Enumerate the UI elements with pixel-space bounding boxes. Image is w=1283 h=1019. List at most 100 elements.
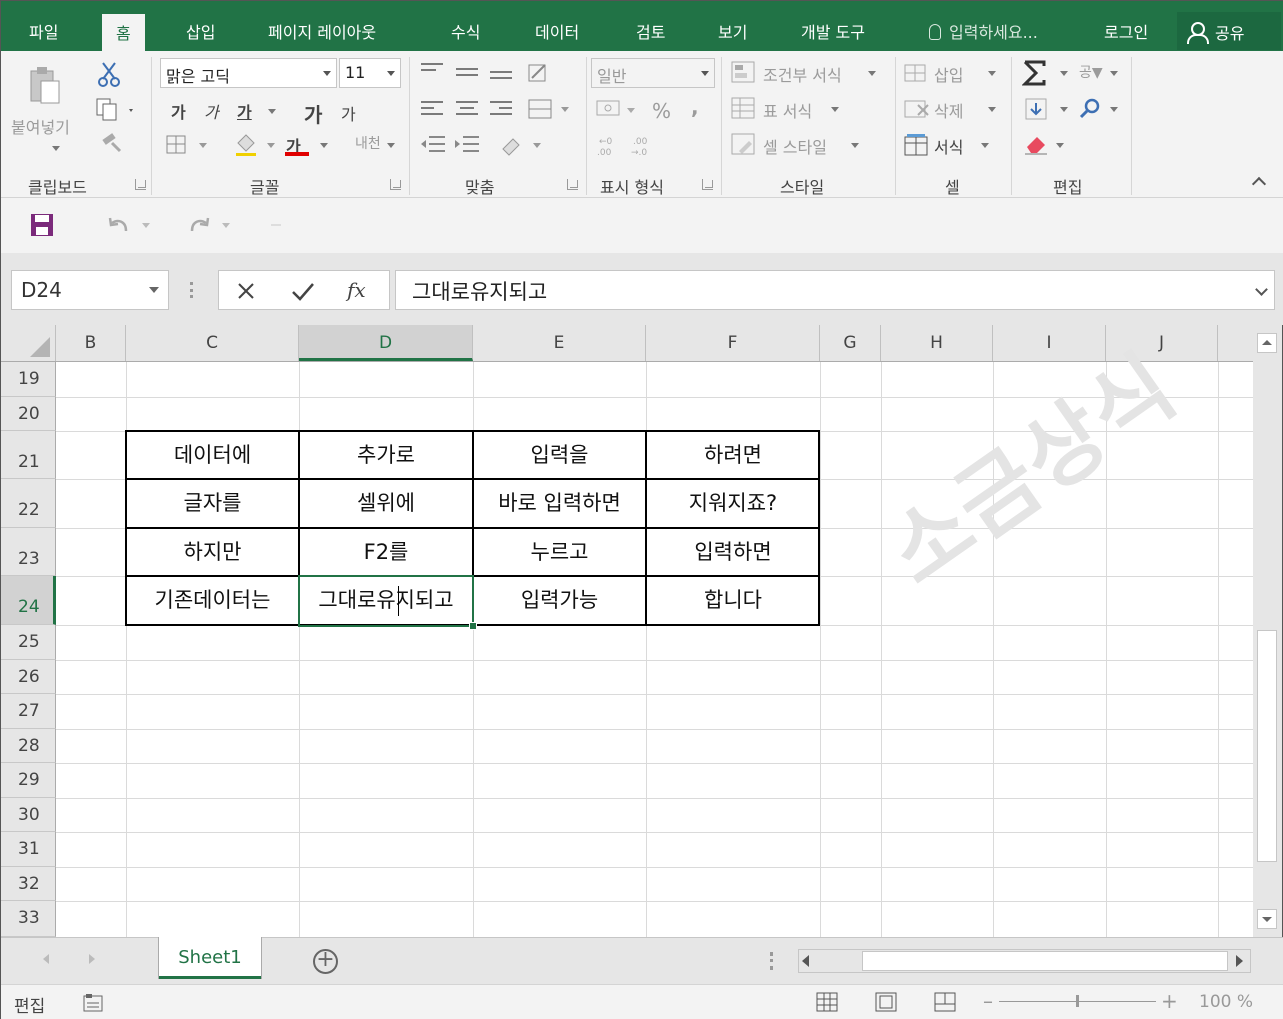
align-middle-icon[interactable] <box>456 68 478 80</box>
add-sheet-button[interactable]: + <box>313 949 338 974</box>
table-cell[interactable]: 지워지죠? <box>646 487 820 517</box>
scroll-up-button[interactable] <box>1257 333 1277 353</box>
cell-styles-button[interactable]: 셀 스타일 <box>763 134 827 158</box>
insert-function-button[interactable]: fx <box>347 278 366 302</box>
row-header[interactable]: 25 <box>1 625 56 660</box>
page-layout-view-icon[interactable] <box>875 992 897 1016</box>
row-header[interactable]: 21 <box>1 431 56 479</box>
format-painter-icon[interactable] <box>100 133 126 159</box>
column-header[interactable]: E <box>473 325 646 361</box>
borders-icon[interactable] <box>166 135 210 159</box>
tab-view[interactable]: 보기 <box>718 19 747 43</box>
table-cell[interactable]: 누르고 <box>473 536 646 566</box>
format-as-table-button[interactable]: 표 서식 <box>763 98 812 122</box>
chevron-down-icon[interactable] <box>1110 107 1118 112</box>
orientation-icon[interactable] <box>527 61 551 89</box>
scroll-right-icon[interactable] <box>1236 955 1243 967</box>
table-cell[interactable]: 셀위에 <box>299 487 473 517</box>
row-header-selected[interactable]: 24 <box>1 576 56 625</box>
table-cell[interactable]: 추가로 <box>299 439 473 469</box>
horizontal-scrollbar[interactable] <box>798 949 1251 973</box>
column-header[interactable]: F <box>646 325 820 361</box>
save-icon[interactable] <box>30 213 54 241</box>
tab-page-layout[interactable]: 페이지 레이아웃 <box>268 19 376 43</box>
align-center-icon[interactable] <box>456 101 478 119</box>
name-box[interactable]: D24 <box>11 270 169 310</box>
tab-file[interactable]: 파일 <box>29 19 58 43</box>
collapse-ribbon-icon[interactable] <box>1251 176 1267 192</box>
conditional-format-button[interactable]: 조건부 서식 <box>763 62 842 86</box>
row-header[interactable]: 22 <box>1 479 56 528</box>
table-cell[interactable]: F2를 <box>299 536 473 566</box>
fill-down-icon[interactable] <box>1025 98 1049 126</box>
row-header[interactable]: 26 <box>1 660 56 694</box>
align-bottom-icon[interactable] <box>490 71 512 83</box>
scroll-down-button[interactable] <box>1257 909 1277 929</box>
format-cells-button[interactable]: 서식 <box>934 134 963 158</box>
share-button[interactable]: 공유 <box>1177 12 1281 50</box>
redo-icon[interactable] <box>188 215 232 239</box>
comma-style-button[interactable]: , <box>691 95 699 119</box>
bold-button[interactable]: 가 <box>171 99 186 123</box>
chevron-down-icon[interactable] <box>981 143 989 148</box>
increase-indent-icon[interactable] <box>453 135 481 159</box>
increase-decimal-icon[interactable]: ←0.00 <box>595 135 621 161</box>
row-header[interactable]: 31 <box>1 832 56 867</box>
vertical-scroll-thumb[interactable] <box>1257 630 1277 862</box>
clipboard-launcher-icon[interactable] <box>135 179 146 190</box>
tab-split-handle-icon[interactable] <box>770 952 773 970</box>
tell-me-search[interactable]: 입력하세요... <box>929 19 1038 43</box>
table-cell[interactable]: 글자를 <box>126 487 299 517</box>
chevron-down-icon[interactable] <box>988 107 996 112</box>
row-header[interactable]: 28 <box>1 729 56 763</box>
alignment-launcher-icon[interactable] <box>567 179 578 190</box>
table-cell[interactable]: 입력을 <box>473 439 646 469</box>
align-right-icon[interactable] <box>490 101 512 119</box>
merge-center-icon[interactable] <box>527 97 573 125</box>
zoom-in-icon[interactable]: + <box>1161 989 1178 1013</box>
table-cell[interactable]: 데이터에 <box>126 439 299 469</box>
zoom-level[interactable]: 100 % <box>1199 992 1253 1012</box>
decrease-decimal-icon[interactable]: .00 →.0 <box>629 135 655 161</box>
phonetic-dropdown-icon[interactable] <box>387 143 395 148</box>
row-header[interactable]: 32 <box>1 867 56 901</box>
table-cell[interactable]: 하려면 <box>646 439 820 469</box>
table-cell[interactable]: 입력하면 <box>646 536 820 566</box>
chevron-down-icon[interactable] <box>988 71 996 76</box>
paste-label[interactable]: 붙여넣기 <box>11 114 70 138</box>
font-launcher-icon[interactable] <box>390 179 401 190</box>
find-select-icon[interactable] <box>1078 97 1102 125</box>
customize-qat-icon[interactable] <box>271 224 281 226</box>
worksheet-grid[interactable]: B C D E F G H I J 19 20 21 22 23 24 25 2… <box>1 325 1253 937</box>
chevron-down-icon[interactable] <box>1060 71 1068 76</box>
delete-cells-icon[interactable] <box>904 97 932 125</box>
tab-formulas[interactable]: 수식 <box>451 19 480 43</box>
sheet-tab-active[interactable]: Sheet1 <box>159 937 261 979</box>
fill-color-icon[interactable] <box>234 133 278 161</box>
row-header[interactable]: 29 <box>1 763 56 798</box>
table-cell[interactable]: 입력가능 <box>473 584 646 614</box>
decrease-font-button[interactable]: 가 <box>341 101 356 125</box>
row-header[interactable]: 30 <box>1 798 56 832</box>
cell-styles-icon[interactable] <box>731 133 757 161</box>
table-cell[interactable]: 하지만 <box>126 536 299 566</box>
row-header[interactable]: 20 <box>1 397 56 431</box>
phonetic-button[interactable]: 내천 <box>355 133 381 153</box>
font-name-select[interactable]: 맑은 고딕 <box>160 58 337 88</box>
chevron-down-icon[interactable] <box>1056 143 1064 148</box>
page-break-view-icon[interactable] <box>934 992 956 1016</box>
column-header[interactable]: C <box>126 325 299 361</box>
prev-sheet-icon[interactable] <box>43 954 49 964</box>
underline-button[interactable]: 가 <box>237 99 252 123</box>
wrap-text-icon[interactable] <box>499 133 545 161</box>
chevron-down-icon[interactable] <box>1060 107 1068 112</box>
chevron-down-icon[interactable] <box>831 107 839 112</box>
expand-formula-bar-icon[interactable] <box>1255 283 1268 296</box>
tab-home[interactable]: 홈 <box>102 14 145 51</box>
undo-icon[interactable] <box>108 215 152 239</box>
insert-cells-icon[interactable] <box>904 61 932 89</box>
horizontal-scroll-thumb[interactable] <box>862 951 1228 971</box>
delete-cells-button[interactable]: 삭제 <box>934 98 963 122</box>
align-top-icon[interactable] <box>421 63 443 75</box>
formula-input[interactable]: 그대로유지되고 <box>395 270 1275 310</box>
